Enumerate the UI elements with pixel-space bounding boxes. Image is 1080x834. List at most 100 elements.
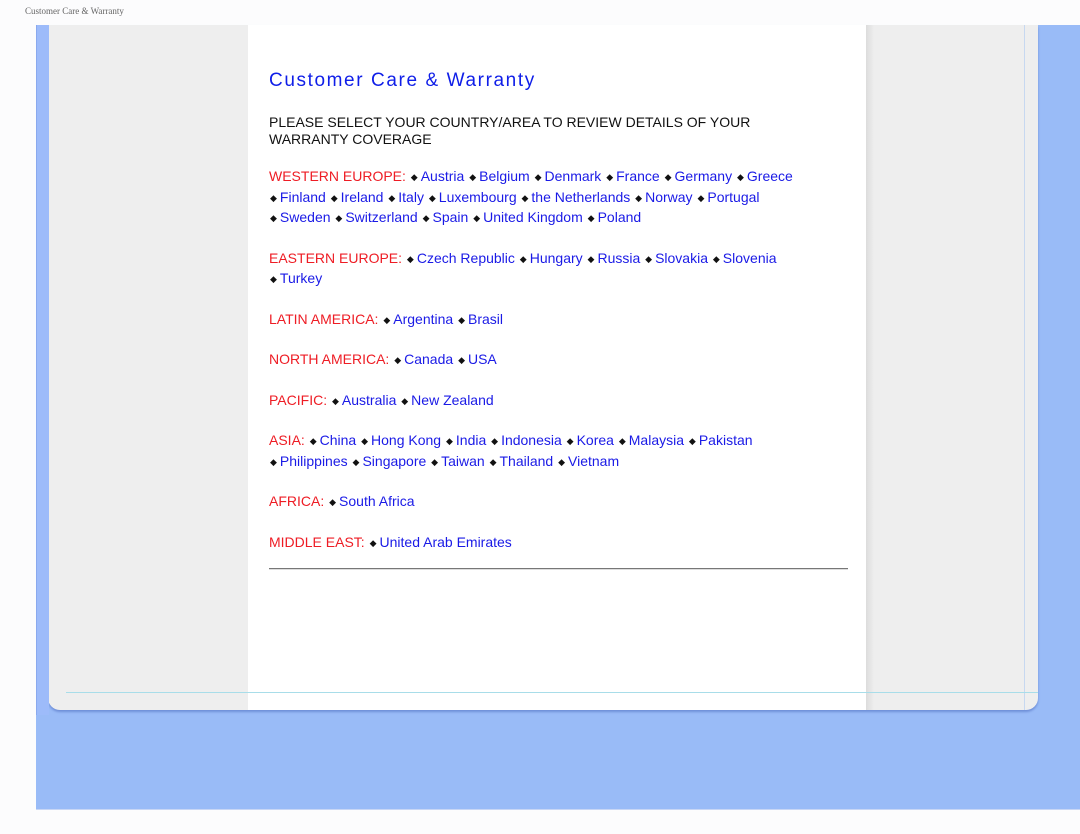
left-stripe	[36, 25, 49, 715]
country-link[interactable]: USA	[468, 351, 497, 367]
bullet-icon: ◆	[489, 456, 497, 467]
bullet-icon: ◆	[458, 314, 465, 325]
bullet-icon: ◆	[422, 213, 430, 223]
bullet-icon: ◆	[352, 456, 360, 467]
bullet-icon: ◆	[618, 436, 626, 446]
country-link[interactable]: Norway	[645, 189, 692, 205]
region-block: ASIA: ◆ China ◆ Hong Kong ◆ India ◆ Indonesi…	[269, 431, 809, 472]
country-link[interactable]: China	[320, 432, 357, 448]
country-link[interactable]: Portugal	[707, 189, 759, 205]
bullet-icon: ◆	[331, 395, 339, 406]
bullet-icon: ◆	[473, 213, 481, 223]
bullet-icon: ◆	[587, 213, 595, 223]
country-link[interactable]: United Kingdom	[483, 209, 583, 225]
bullet-icon: ◆	[410, 172, 418, 182]
bullet-icon: ◆	[587, 253, 595, 264]
country-link[interactable]: Singapore	[362, 453, 426, 469]
country-link[interactable]: Indonesia	[501, 432, 562, 448]
country-link[interactable]: India	[456, 432, 486, 448]
country-link[interactable]: Taiwan	[441, 453, 485, 469]
country-link[interactable]: Australia	[342, 392, 396, 408]
country-link[interactable]: Poland	[598, 209, 642, 225]
country-link[interactable]: Turkey	[280, 270, 322, 286]
bullet-icon: ◆	[406, 253, 414, 264]
country-link[interactable]: Pakistan	[699, 432, 753, 448]
country-link[interactable]: Argentina	[393, 311, 453, 327]
bullet-icon: ◆	[383, 314, 391, 325]
country-link[interactable]: Philippines	[280, 453, 348, 469]
country-link[interactable]: Thailand	[500, 453, 554, 469]
bullet-icon: ◆	[428, 192, 436, 203]
region-block: LATIN AMERICA: ◆ Argentina ◆ Brasil	[269, 310, 809, 331]
region-label: EASTERN EUROPE:	[269, 249, 403, 266]
country-link[interactable]: Hong Kong	[371, 432, 441, 448]
country-link[interactable]: Denmark	[545, 168, 602, 184]
region-label: NORTH AMERICA:	[269, 351, 390, 367]
region-label: LATIN AMERICA:	[269, 310, 379, 327]
bullet-icon: ◆	[736, 172, 744, 182]
bullet-icon: ◆	[491, 436, 499, 446]
country-link[interactable]: Austria	[421, 168, 465, 184]
country-link[interactable]: United Arab Emirates	[380, 534, 512, 550]
country-link[interactable]: Slovakia	[655, 250, 708, 266]
bullet-icon: ◆	[361, 436, 369, 446]
country-link[interactable]: Korea	[577, 432, 614, 448]
country-link[interactable]: Belgium	[479, 168, 530, 184]
country-link[interactable]: Greece	[747, 168, 793, 184]
country-link[interactable]: Ireland	[341, 189, 384, 205]
country-link[interactable]: Russia	[597, 250, 640, 266]
region-block: EASTERN EUROPE: ◆ Czech Republic ◆ Hungary…	[269, 249, 809, 290]
country-link[interactable]: Hungary	[530, 250, 583, 266]
country-link[interactable]: Czech Republic	[417, 250, 515, 266]
bullet-icon: ◆	[270, 274, 277, 284]
country-link[interactable]: Slovenia	[723, 250, 777, 266]
region-list: WESTERN EUROPE: ◆ Austria ◆ Belgium ◆ Denma…	[269, 167, 809, 573]
country-link[interactable]: Brasil	[468, 311, 503, 327]
bullet-icon: ◆	[335, 213, 343, 223]
country-link[interactable]: Sweden	[280, 209, 331, 225]
bullet-icon: ◆	[401, 395, 409, 406]
bullet-icon: ◆	[521, 192, 529, 203]
country-link[interactable]: Switzerland	[345, 209, 417, 225]
country-link[interactable]: New Zealand	[411, 392, 494, 408]
bullet-icon: ◆	[635, 192, 643, 203]
country-link[interactable]: South Africa	[339, 493, 415, 509]
window-caption: Customer Care & Warranty	[25, 6, 124, 16]
page-title: Customer Care & Warranty	[269, 70, 536, 91]
bullet-icon: ◆	[469, 172, 477, 182]
bullet-icon: ◆	[458, 355, 465, 365]
country-link[interactable]: Luxembourg	[439, 189, 517, 205]
bullet-icon: ◆	[394, 355, 402, 365]
bullet-icon: ◆	[270, 213, 277, 223]
bullet-icon: ◆	[606, 172, 614, 182]
bullet-icon: ◆	[270, 192, 277, 203]
bullet-icon: ◆	[431, 456, 439, 467]
bullet-icon: ◆	[388, 192, 396, 203]
country-link[interactable]: Canada	[404, 351, 453, 367]
bullet-icon: ◆	[445, 436, 453, 446]
bullet-icon: ◆	[664, 172, 672, 182]
bullet-icon: ◆	[330, 192, 338, 203]
region-block: PACIFIC: ◆ Australia ◆ New Zealand	[269, 391, 809, 412]
bullet-icon: ◆	[369, 537, 377, 548]
region-label: ASIA:	[269, 432, 305, 448]
bullet-icon: ◆	[519, 253, 527, 264]
country-link[interactable]: Spain	[433, 209, 469, 225]
bottom-divider	[66, 692, 1038, 693]
country-link[interactable]: France	[616, 168, 660, 184]
country-link[interactable]: Germany	[675, 168, 733, 184]
bullet-icon: ◆	[566, 436, 574, 446]
right-divider	[1024, 25, 1025, 710]
country-link[interactable]: Italy	[398, 189, 424, 205]
country-link[interactable]: Finland	[280, 189, 326, 205]
country-link[interactable]: Malaysia	[629, 432, 684, 448]
region-label: WESTERN EUROPE:	[269, 168, 406, 184]
bullet-icon: ◆	[329, 497, 337, 507]
bullet-icon: ◆	[270, 456, 277, 467]
region-label: PACIFIC:	[269, 391, 328, 408]
intro-text: PLEASE SELECT YOUR COUNTRY/AREA TO REVIE…	[269, 114, 751, 147]
country-link[interactable]: Vietnam	[568, 453, 619, 469]
region-block: AFRICA: ◆ South Africa	[269, 492, 809, 513]
right-shadow	[866, 25, 874, 710]
country-link[interactable]: the Netherlands	[531, 189, 630, 205]
